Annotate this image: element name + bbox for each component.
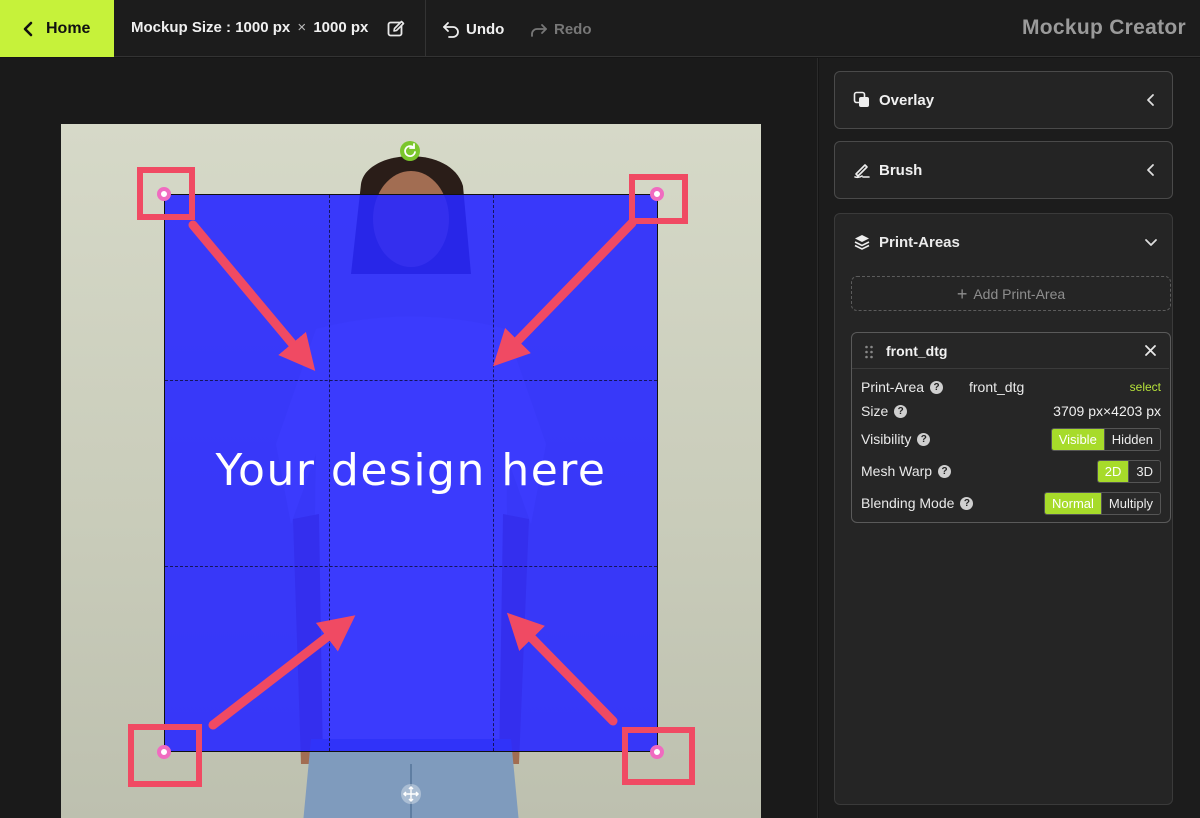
mesh-warp-3d-option[interactable]: 3D [1128, 460, 1160, 482]
chevron-left-icon [23, 21, 33, 36]
help-icon[interactable]: ? [938, 464, 952, 478]
redo-icon [531, 24, 547, 37]
print-areas-section-header[interactable]: Print-Areas [835, 214, 1172, 270]
mockup-image: Your design here [61, 124, 761, 818]
rotate-icon [404, 143, 416, 157]
brush-icon [854, 164, 870, 179]
print-area-row: Print-Area ? front_dtg select [861, 375, 1161, 399]
layers-copy-icon [853, 91, 869, 107]
overlay-section-header[interactable]: Overlay [834, 71, 1173, 129]
properties-panel: Overlay Brush Print-Areas + Add Print-Ar… [819, 58, 1200, 818]
redo-button[interactable]: Redo [529, 19, 592, 39]
help-icon[interactable]: ? [894, 404, 908, 418]
home-button[interactable]: Home [0, 0, 114, 57]
chevron-left-icon [1147, 94, 1154, 106]
chevron-down-icon [1145, 239, 1157, 246]
help-icon[interactable]: ? [930, 380, 944, 394]
undo-button[interactable]: Undo [441, 19, 504, 39]
blending-normal-option[interactable]: Normal [1045, 492, 1101, 514]
chevron-left-icon [1147, 164, 1154, 176]
size-value: 3709 px×4203 px [1053, 403, 1161, 419]
undo-icon [443, 22, 459, 38]
top-bar: Home Mockup Size : 1000 px × 1000 px Und… [0, 0, 1200, 57]
blending-mode-label: Blending Mode [861, 495, 955, 511]
mockup-height: 1000 px [313, 19, 369, 36]
edit-icon[interactable] [386, 19, 406, 39]
separator [425, 0, 426, 57]
visibility-label: Visibility [861, 431, 912, 447]
size-label: Size [861, 403, 889, 419]
rotate-handle[interactable] [400, 141, 420, 161]
grid-line [165, 380, 657, 381]
layers-icon [854, 235, 870, 250]
select-link[interactable]: select [1130, 380, 1161, 394]
undo-label: Undo [466, 20, 505, 38]
mockup-width: 1000 px [235, 19, 291, 36]
help-icon[interactable]: ? [917, 432, 931, 446]
visibility-toggle: Visible Hidden [1050, 427, 1161, 451]
print-area-card-header: front_dtg [852, 333, 1169, 369]
help-icon[interactable]: ? [960, 496, 974, 510]
mockup-size: Mockup Size : 1000 px × 1000 px [131, 19, 368, 36]
mesh-warp-row: Mesh Warp ? 2D 3D [861, 459, 1161, 483]
visibility-row: Visibility ? Visible Hidden [861, 427, 1161, 451]
close-icon[interactable] [1144, 344, 1157, 357]
corner-handle-bottom-right[interactable] [650, 745, 664, 759]
design-placeholder-text: Your design here [215, 445, 607, 496]
print-area-card: front_dtg Print-Area ? front_dtg select … [851, 332, 1171, 523]
overlay-title: Overlay [879, 91, 935, 109]
brush-title: Brush [879, 161, 923, 179]
plus-icon: + [956, 283, 968, 304]
blending-mode-toggle: Normal Multiply [1044, 491, 1161, 515]
visibility-visible-option[interactable]: Visible [1051, 428, 1104, 450]
corner-handle-top-right[interactable] [650, 187, 664, 201]
corner-handle-bottom-left[interactable] [157, 745, 171, 759]
print-area-name[interactable]: front_dtg [886, 343, 947, 359]
app-title: Mockup Creator [1021, 16, 1186, 39]
print-area-overlay[interactable]: Your design here [164, 194, 658, 752]
size-row: Size ? 3709 px×4203 px [861, 399, 1161, 423]
move-icon [402, 785, 420, 803]
mesh-warp-2d-option[interactable]: 2D [1097, 460, 1129, 482]
redo-label: Redo [554, 20, 592, 38]
print-area-label: Print-Area [861, 379, 925, 395]
blending-multiply-option[interactable]: Multiply [1100, 492, 1160, 514]
grid-line [165, 566, 657, 567]
add-print-area-button[interactable]: + Add Print-Area [851, 276, 1171, 311]
add-print-area-label: Add Print-Area [973, 285, 1066, 302]
move-handle[interactable] [401, 784, 421, 804]
print-areas-title: Print-Areas [879, 233, 960, 251]
visibility-hidden-option[interactable]: Hidden [1103, 428, 1160, 450]
times-sign: × [297, 19, 307, 36]
brush-section-header[interactable]: Brush [834, 141, 1173, 199]
home-label: Home [46, 19, 91, 37]
mesh-warp-label: Mesh Warp [861, 463, 933, 479]
drag-handle-icon[interactable] [864, 345, 874, 359]
blending-mode-row: Blending Mode ? Normal Multiply [861, 491, 1161, 515]
print-area-value: front_dtg [969, 379, 1025, 395]
mesh-warp-toggle: 2D 3D [1096, 459, 1161, 483]
mockup-size-label: Mockup Size : [131, 19, 232, 36]
corner-handle-top-left[interactable] [157, 187, 171, 201]
print-areas-section: Print-Areas + Add Print-Area front_dtg P… [834, 213, 1173, 805]
canvas-area: Your design here [0, 58, 818, 818]
